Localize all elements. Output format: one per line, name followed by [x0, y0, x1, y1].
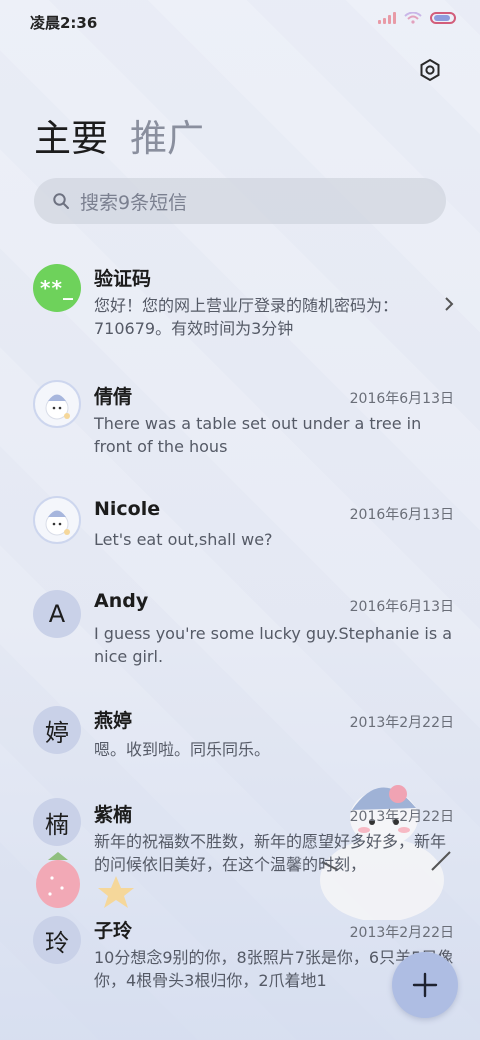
snowman-avatar-icon	[45, 394, 70, 420]
message-date: 2013年2月22日	[349, 809, 454, 825]
message-preview: 嗯。收到啦。同乐同乐。	[94, 740, 271, 759]
search-bar[interactable]: 搜索9条短信	[34, 178, 446, 224]
compose-button[interactable]	[392, 952, 458, 1018]
message-preview: 新年的祝福数不胜数，新年的愿望好多好多，新年的问候依旧美好，在这个温馨的时刻，	[94, 832, 447, 874]
contact-name: Andy	[94, 590, 149, 612]
contact-name: 倩倩	[94, 386, 133, 408]
status-icons	[378, 12, 456, 24]
wifi-icon	[404, 12, 422, 24]
message-preview: There was a table set out under a tree i…	[94, 414, 422, 456]
plus-icon	[412, 972, 438, 998]
battery-icon	[430, 12, 456, 24]
message-date: 2013年2月22日	[349, 925, 454, 941]
list-item[interactable]: **_ 验证码 您好！您的网上营业厅登录的随机密码为：710679。有效时间为3…	[0, 250, 480, 360]
status-bar: 凌晨2:36	[0, 0, 480, 44]
settings-button[interactable]	[414, 54, 446, 86]
chevron-right-icon[interactable]	[442, 295, 456, 313]
message-preview: I guess you're some lucky guy.Stephanie …	[94, 624, 453, 666]
search-input[interactable]: 搜索9条短信	[80, 188, 187, 215]
contact-name: 紫楠	[94, 804, 133, 826]
avatar: 玲	[33, 916, 81, 964]
tab-main[interactable]: 主要	[34, 108, 108, 162]
status-time: 凌晨2:36	[30, 14, 98, 32]
message-date: 2016年6月13日	[349, 391, 454, 407]
message-date: 2013年2月22日	[349, 715, 454, 731]
list-item[interactable]: 婷 燕婷 2013年2月22日 嗯。收到啦。同乐同乐。	[0, 696, 480, 786]
message-preview: 您好！您的网上营业厅登录的随机密码为：710679。有效时间为3分钟	[94, 296, 399, 338]
list-item[interactable]: 楠 紫楠 2013年2月22日 新年的祝福数不胜数，新年的愿望好多好多，新年的问…	[0, 790, 480, 900]
list-item[interactable]: Nicole 2016年6月13日 Let's eat out,shall we…	[0, 484, 480, 574]
search-icon	[53, 193, 69, 209]
signal-icon	[378, 12, 396, 24]
message-date: 2016年6月13日	[349, 599, 454, 615]
message-date: 2016年6月13日	[349, 507, 454, 523]
gear-icon	[420, 58, 440, 82]
list-item[interactable]: A Andy 2016年6月13日 I guess you're some lu…	[0, 580, 480, 690]
snowman-avatar-icon	[45, 510, 70, 536]
list-item[interactable]: 倩倩 2016年6月13日 There was a table set out …	[0, 368, 480, 478]
contact-name: Nicole	[94, 498, 161, 520]
contact-name: 验证码	[94, 268, 152, 290]
avatar: 婷	[33, 706, 81, 754]
tab-promotions[interactable]: 推广	[130, 108, 204, 162]
tab-bar: 主要 推广	[34, 108, 204, 162]
avatar: A	[33, 590, 81, 638]
avatar: **_	[33, 264, 81, 312]
contact-name: 子玲	[94, 920, 133, 942]
avatar	[33, 496, 81, 544]
avatar	[33, 380, 81, 428]
message-preview: Let's eat out,shall we?	[94, 530, 273, 549]
avatar: 楠	[33, 798, 81, 846]
contact-name: 燕婷	[94, 710, 133, 732]
